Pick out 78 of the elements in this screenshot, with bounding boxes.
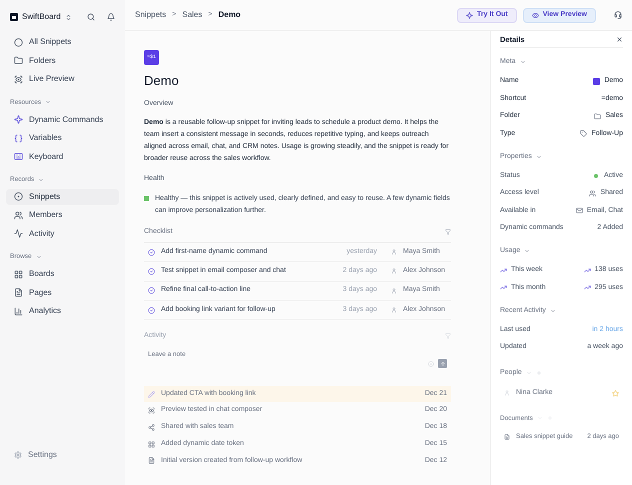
add-icon[interactable]	[536, 370, 542, 376]
sparkle-icon	[466, 12, 474, 18]
chevron-icon[interactable]	[36, 254, 42, 260]
sidebar-item[interactable]: All Snippets	[6, 34, 119, 50]
share-icon	[148, 424, 155, 431]
sidebar-item[interactable]: Boards	[6, 266, 119, 282]
trend-icon	[500, 284, 507, 292]
person-icon	[504, 390, 510, 396]
sidebar-item[interactable]: Analytics	[6, 302, 119, 320]
sidebar-item[interactable]: Settings	[28, 449, 57, 461]
sidebar-item[interactable]: Live Preview	[6, 71, 119, 88]
star-icon[interactable]	[612, 390, 619, 396]
filter-icon[interactable]	[445, 228, 451, 235]
eye-icon	[532, 12, 539, 18]
support-icon[interactable]	[614, 11, 622, 19]
chevron-icon[interactable]	[524, 248, 530, 254]
check-icon[interactable]	[148, 248, 155, 256]
chevron-icon[interactable]	[520, 59, 526, 66]
settings-icon[interactable]	[14, 451, 22, 459]
page-icon	[14, 288, 23, 297]
close-icon[interactable]	[616, 36, 623, 43]
snippet-icon	[593, 78, 600, 85]
page-title: Demo	[144, 72, 180, 90]
status-icon	[144, 196, 149, 201]
send-button[interactable]	[438, 359, 447, 368]
check-icon[interactable]	[148, 287, 155, 294]
circle-icon	[14, 38, 23, 47]
filter-icon[interactable]	[445, 333, 451, 340]
sidebar-item[interactable]: Folders	[6, 52, 119, 69]
target-icon	[14, 192, 23, 202]
check-icon[interactable]	[148, 306, 155, 314]
chevron-icon[interactable]	[550, 308, 556, 314]
pulse-icon	[14, 229, 23, 238]
person-icon	[391, 268, 397, 274]
sidebar-item[interactable]: Pages	[6, 284, 119, 301]
bell-icon[interactable]	[107, 13, 115, 21]
sidebar-item[interactable]: Variables	[6, 130, 119, 146]
trend-icon	[500, 266, 507, 274]
breadcrumb[interactable]: Sales	[182, 9, 202, 21]
keyboard-icon	[14, 152, 23, 161]
chevron-icon[interactable]	[536, 154, 542, 160]
grid-icon	[14, 270, 23, 278]
preview-icon	[14, 74, 23, 84]
sidebar-item[interactable]: Members	[6, 207, 119, 224]
braces-icon	[14, 134, 23, 142]
sidebar-item[interactable]: Keyboard	[6, 148, 119, 165]
person-icon	[391, 249, 397, 256]
trend-icon	[584, 284, 591, 292]
tag-icon	[580, 130, 588, 138]
trend-icon	[584, 266, 591, 274]
logo-icon	[10, 13, 18, 21]
page-icon	[148, 457, 155, 464]
check-icon[interactable]	[148, 268, 155, 275]
workspace-name[interactable]: SwiftBoard	[22, 11, 61, 23]
person-icon	[391, 288, 397, 294]
emoji-icon[interactable]	[428, 360, 434, 367]
pencil-icon	[148, 390, 155, 398]
search-icon[interactable]	[87, 13, 95, 21]
chart-icon	[14, 306, 23, 316]
document-icon	[504, 434, 510, 440]
person-icon	[391, 307, 397, 314]
breadcrumb[interactable]: Snippets	[135, 9, 166, 21]
grid-icon	[148, 440, 155, 448]
sidebar-item[interactable]: Dynamic Commands	[6, 111, 119, 128]
users-icon	[589, 190, 596, 197]
sparkle-icon	[14, 115, 23, 124]
preview-icon	[148, 407, 155, 414]
switcher-icon[interactable]	[64, 14, 72, 20]
chevron-icon[interactable]	[45, 99, 52, 106]
sidebar-item[interactable]: Activity	[6, 226, 119, 242]
chevron-icon[interactable]	[526, 370, 532, 376]
folder-icon	[14, 56, 23, 66]
users-icon	[14, 210, 23, 220]
folder-icon	[594, 112, 602, 120]
sidebar-item[interactable]: Snippets	[6, 188, 119, 205]
breadcrumb[interactable]: Demo	[218, 9, 241, 21]
chevron-icon[interactable]	[38, 176, 44, 183]
mail-icon	[576, 207, 583, 214]
